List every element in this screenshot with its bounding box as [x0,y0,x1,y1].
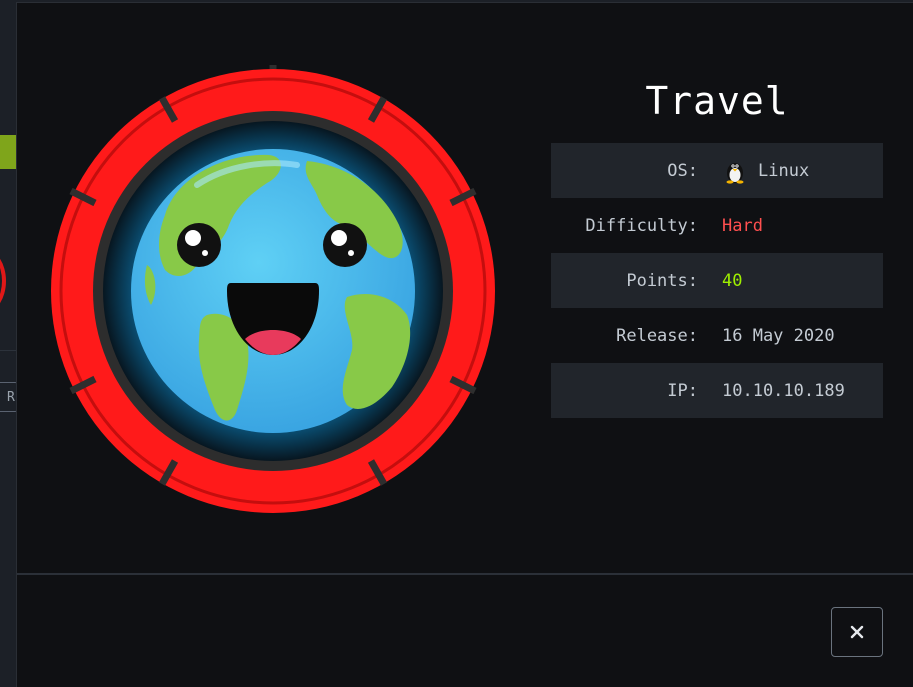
background-red-arc [0,248,6,314]
info-row-release: Release: 16 May 2020 [551,308,883,363]
ip-label: IP: [667,380,698,401]
os-value-container: Linux [722,158,809,184]
os-value: Linux [758,160,810,181]
machine-avatar-image [51,65,495,513]
close-icon [850,625,864,639]
difficulty-label: Difficulty: [585,215,698,236]
points-value: 40 [722,270,743,291]
points-label: Points: [626,270,698,291]
info-row-os: OS: Linux [551,143,883,198]
tux-penguin-icon [726,162,744,184]
release-value: 16 May 2020 [722,325,835,346]
machine-info-table: OS: Linux Difficulty: Hard Points: 40 Re… [551,143,883,418]
machine-title: Travel [645,79,789,123]
machine-info-modal: Travel OS: Linux Difficulty: Hard Points… [16,2,913,687]
close-button[interactable] [831,607,883,657]
difficulty-value: Hard [722,215,763,236]
info-row-points: Points: 40 [551,253,883,308]
info-row-difficulty: Difficulty: Hard [551,198,883,253]
os-label: OS: [667,160,698,181]
modal-footer-divider [17,573,913,575]
ip-value: 10.10.10.189 [722,380,845,401]
release-label: Release: [616,325,698,346]
info-row-ip: IP: 10.10.10.189 [551,363,883,418]
